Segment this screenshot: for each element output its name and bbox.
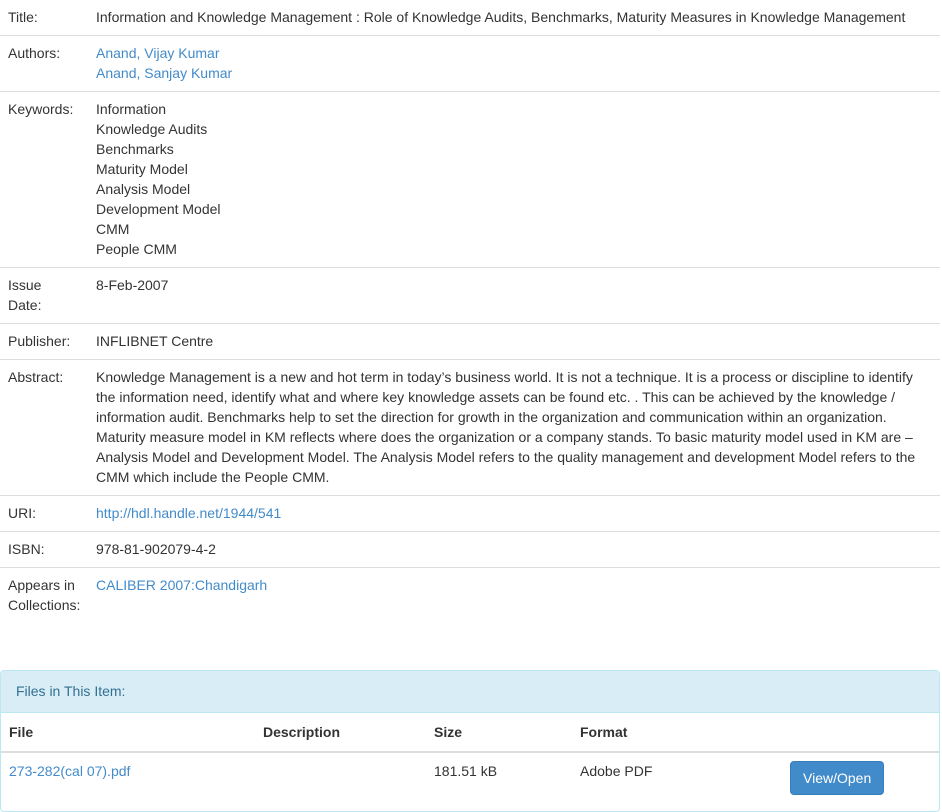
column-header-description: Description <box>255 713 426 753</box>
column-header-size: Size <box>426 713 572 753</box>
metadata-row-collections: Appears in Collections: CALIBER 2007:Cha… <box>0 567 940 623</box>
title-label: Title: <box>8 9 38 25</box>
abstract-label: Abstract: <box>0 359 88 496</box>
publisher-label: Publisher: <box>0 323 88 360</box>
item-metadata-table: Title: Information and Knowledge Managem… <box>0 0 940 623</box>
keywords-value: Information Knowledge Audits Benchmarks … <box>88 91 940 268</box>
issue-date-label: Issue Date: <box>0 267 88 324</box>
isbn-value: 978-81-902079-4-2 <box>88 531 940 568</box>
keywords-label: Keywords: <box>0 91 88 268</box>
publisher-value: INFLIBNET Centre <box>88 323 940 360</box>
keyword: Information <box>96 101 167 117</box>
file-name-cell: 273-282(cal 07).pdf <box>1 752 255 803</box>
metadata-row-abstract: Abstract: Knowledge Management is a new … <box>0 359 940 496</box>
file-size-cell: 181.51 kB <box>434 763 498 779</box>
issue-date-label-line: Date: <box>8 297 42 313</box>
collection-link[interactable]: CALIBER 2007:Chandigarh <box>96 577 267 593</box>
uri-label: URI: <box>0 495 88 532</box>
column-header-file: File <box>1 713 255 753</box>
uri-link[interactable]: http://hdl.handle.net/1944/541 <box>96 505 281 521</box>
file-action-cell: View/Open <box>782 752 939 803</box>
keyword: CMM <box>96 221 130 237</box>
authors-value: Anand, Vijay Kumar Anand, Sanjay Kumar <box>88 35 940 92</box>
issue-date-value: 8-Feb-2007 <box>88 267 940 324</box>
keyword: Development Model <box>96 201 221 217</box>
metadata-row-uri: URI: http://hdl.handle.net/1944/541 <box>0 495 940 532</box>
metadata-row-keywords: Keywords: Information Knowledge Audits B… <box>0 91 940 268</box>
isbn-label: ISBN: <box>0 531 88 568</box>
collections-label: Appears in Collections: <box>0 567 88 623</box>
keyword: Benchmarks <box>96 141 174 157</box>
files-table-header: File Description Size Format <box>1 713 939 753</box>
files-panel-heading: Files in This Item: <box>1 671 939 713</box>
uri-value: http://hdl.handle.net/1944/541 <box>88 495 940 532</box>
keyword: Knowledge Audits <box>96 121 208 137</box>
collections-value: CALIBER 2007:Chandigarh <box>88 567 940 623</box>
metadata-row-authors: Authors: Anand, Vijay Kumar Anand, Sanja… <box>0 35 940 92</box>
keyword: People CMM <box>96 241 177 257</box>
title-value: Information and Knowledge Management : R… <box>96 9 906 25</box>
view-open-button[interactable]: View/Open <box>790 761 885 795</box>
file-link[interactable]: 273-282(cal 07).pdf <box>9 763 130 779</box>
issue-date-label-line: Issue <box>8 277 42 293</box>
author-link[interactable]: Anand, Sanjay Kumar <box>96 63 926 83</box>
keyword: Maturity Model <box>96 161 188 177</box>
metadata-row-title: Title: Information and Knowledge Managem… <box>0 0 940 36</box>
author-link[interactable]: Anand, Vijay Kumar <box>96 43 926 63</box>
metadata-row-issue-date: Issue Date: 8-Feb-2007 <box>0 267 940 324</box>
abstract-value: Knowledge Management is a new and hot te… <box>88 359 940 496</box>
column-header-format: Format <box>572 713 782 753</box>
authors-label: Authors: <box>0 35 88 92</box>
files-table: File Description Size Format 273-282(cal… <box>1 713 939 803</box>
keyword: Analysis Model <box>96 181 191 197</box>
table-row: 273-282(cal 07).pdf 181.51 kB Adobe PDF … <box>1 752 939 803</box>
collections-label-line: Collections: <box>8 597 81 613</box>
column-header-action <box>782 713 939 753</box>
file-description-cell <box>255 752 426 803</box>
metadata-row-publisher: Publisher: INFLIBNET Centre <box>0 323 940 360</box>
metadata-row-isbn: ISBN: 978-81-902079-4-2 <box>0 531 940 568</box>
collections-label-line: Appears in <box>8 577 75 593</box>
file-format-cell: Adobe PDF <box>580 763 653 779</box>
files-panel: Files in This Item: File Description Siz… <box>0 670 940 812</box>
